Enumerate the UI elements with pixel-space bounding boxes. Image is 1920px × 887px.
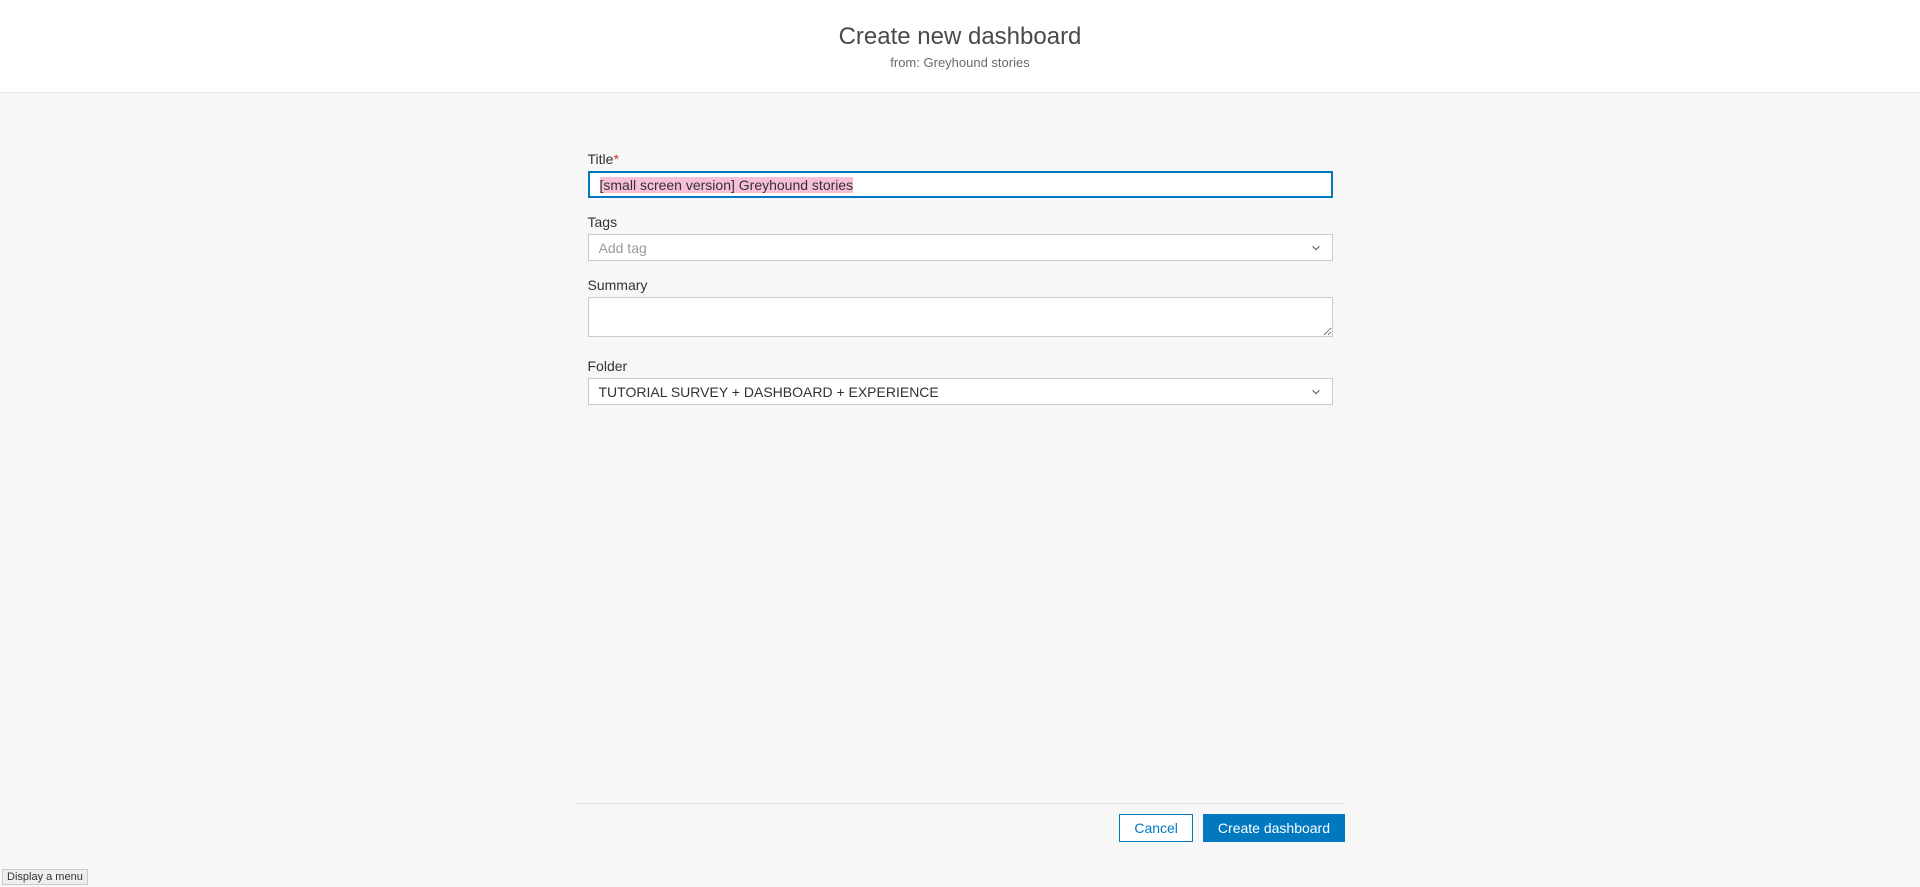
- summary-label: Summary: [588, 277, 1333, 293]
- title-label-text: Title: [588, 151, 614, 167]
- statusbar-hint: Display a menu: [2, 869, 88, 885]
- required-marker: *: [613, 151, 618, 167]
- summary-textarea[interactable]: [588, 297, 1333, 337]
- tags-field: Tags Add tag: [588, 214, 1333, 261]
- tags-placeholder: Add tag: [599, 240, 647, 256]
- tags-label: Tags: [588, 214, 1333, 230]
- from-source-name: Greyhound stories: [924, 55, 1030, 70]
- folder-select[interactable]: TUTORIAL SURVEY + DASHBOARD + EXPERIENCE: [588, 378, 1333, 405]
- from-prefix: from:: [890, 55, 923, 70]
- footer-actions: Cancel Create dashboard: [575, 803, 1345, 842]
- title-input[interactable]: [588, 171, 1333, 198]
- chevron-down-icon: [1310, 386, 1322, 398]
- folder-selected-value: TUTORIAL SURVEY + DASHBOARD + EXPERIENCE: [599, 384, 939, 400]
- cancel-button[interactable]: Cancel: [1119, 814, 1193, 842]
- folder-label: Folder: [588, 358, 1333, 374]
- create-dashboard-button[interactable]: Create dashboard: [1203, 814, 1345, 842]
- title-field: Title*: [588, 151, 1333, 198]
- page-title: Create new dashboard: [839, 23, 1082, 51]
- create-dashboard-form: Title* Tags Add tag Summary Folder TUTOR…: [588, 151, 1333, 421]
- folder-field: Folder TUTORIAL SURVEY + DASHBOARD + EXP…: [588, 358, 1333, 405]
- summary-field: Summary: [588, 277, 1333, 342]
- tags-combobox[interactable]: Add tag: [588, 234, 1333, 261]
- page-subtitle: from: Greyhound stories: [890, 55, 1029, 70]
- chevron-down-icon: [1310, 242, 1322, 254]
- page-header: Create new dashboard from: Greyhound sto…: [0, 0, 1920, 93]
- page-body: Title* Tags Add tag Summary Folder TUTOR…: [0, 93, 1920, 887]
- title-label: Title*: [588, 151, 1333, 167]
